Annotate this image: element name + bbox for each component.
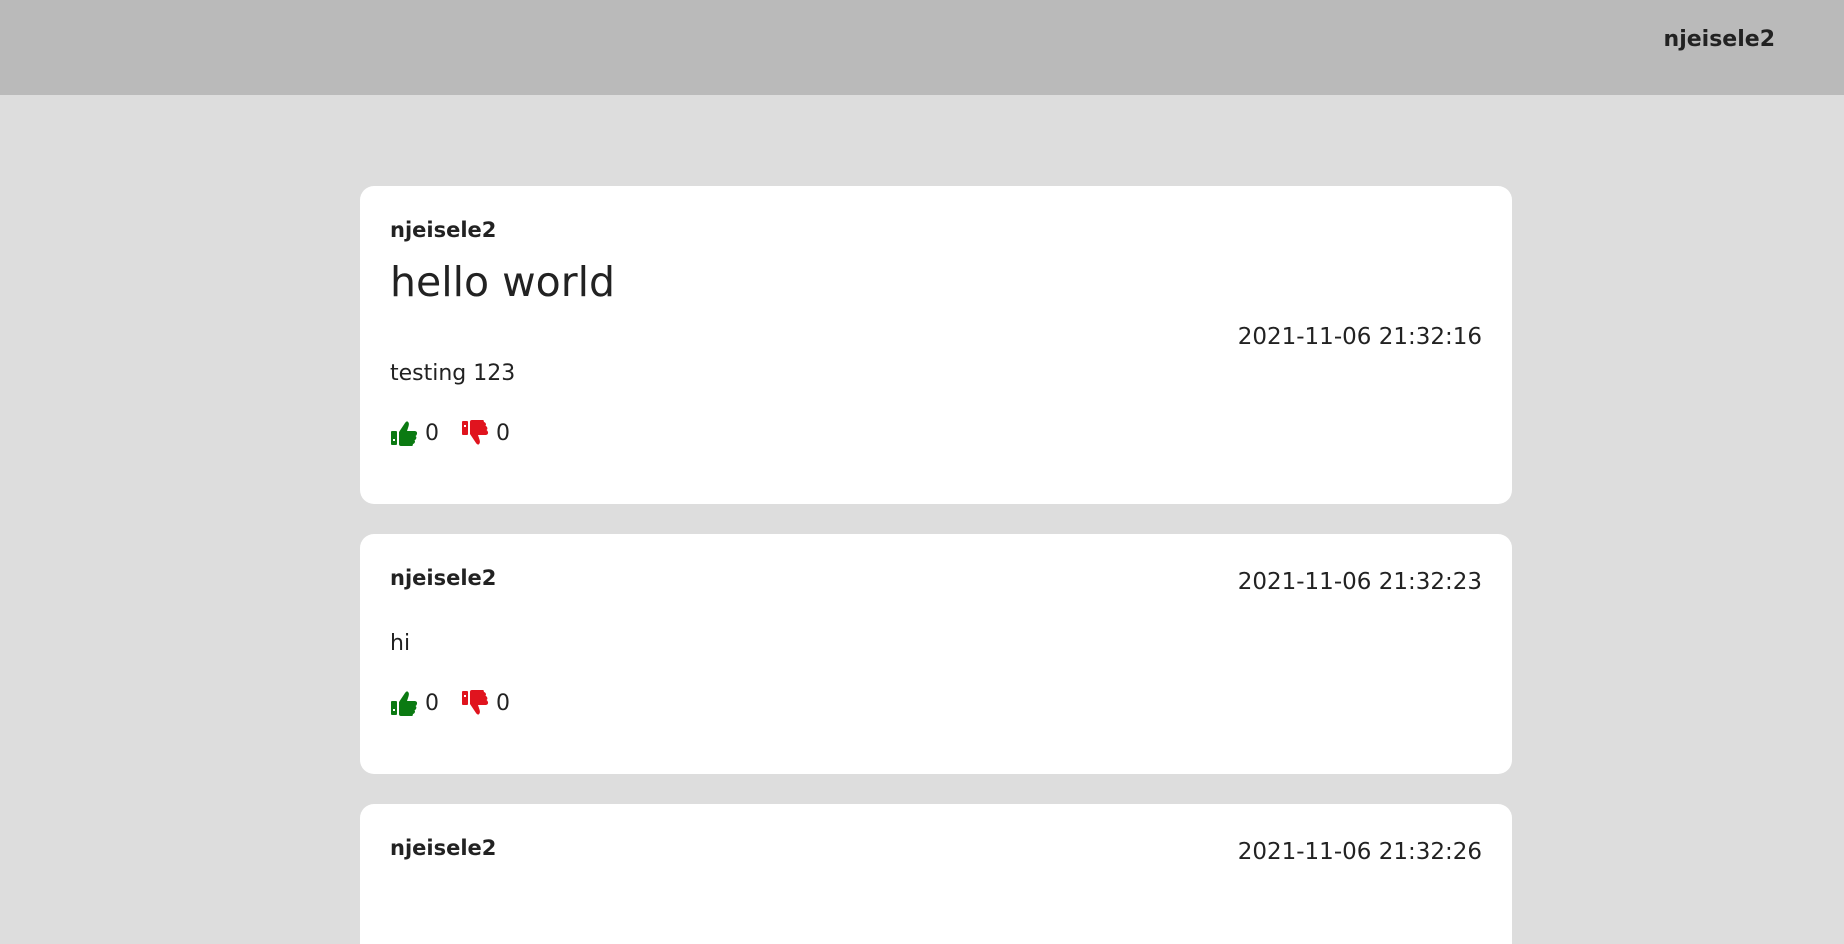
downvote-button[interactable]: 0: [461, 419, 510, 447]
post-title: hello world: [390, 258, 615, 306]
upvote-button[interactable]: 0: [390, 419, 439, 447]
thumbs-up-icon: [390, 689, 418, 717]
post-card: njeisele2 2021-11-06 21:32:26: [360, 804, 1512, 944]
post-body: hi: [390, 631, 411, 656]
downvote-count: 0: [496, 690, 510, 716]
vote-bar: 0 0: [390, 689, 510, 717]
post-timestamp: 2021-11-06 21:32:16: [1237, 324, 1482, 350]
downvote-count: 0: [496, 420, 510, 446]
post-author[interactable]: njeisele2: [390, 566, 496, 590]
upvote-button[interactable]: 0: [390, 689, 439, 717]
post-card: njeisele2 2021-11-06 21:32:23 hi 0 0: [360, 534, 1512, 774]
thumbs-down-icon: [461, 689, 489, 717]
post-author[interactable]: njeisele2: [390, 218, 496, 242]
post-body: testing 123: [390, 361, 516, 386]
post-author[interactable]: njeisele2: [390, 836, 496, 860]
post-timestamp: 2021-11-06 21:32:23: [1237, 569, 1482, 595]
downvote-button[interactable]: 0: [461, 689, 510, 717]
upvote-count: 0: [425, 690, 439, 716]
top-navbar: njeisele2: [0, 0, 1844, 95]
upvote-count: 0: [425, 420, 439, 446]
post-card: njeisele2 hello world 2021-11-06 21:32:1…: [360, 186, 1512, 504]
current-user-link[interactable]: njeisele2: [1664, 27, 1775, 52]
thumbs-up-icon: [390, 419, 418, 447]
thumbs-down-icon: [461, 419, 489, 447]
post-timestamp: 2021-11-06 21:32:26: [1237, 839, 1482, 865]
vote-bar: 0 0: [390, 419, 510, 447]
